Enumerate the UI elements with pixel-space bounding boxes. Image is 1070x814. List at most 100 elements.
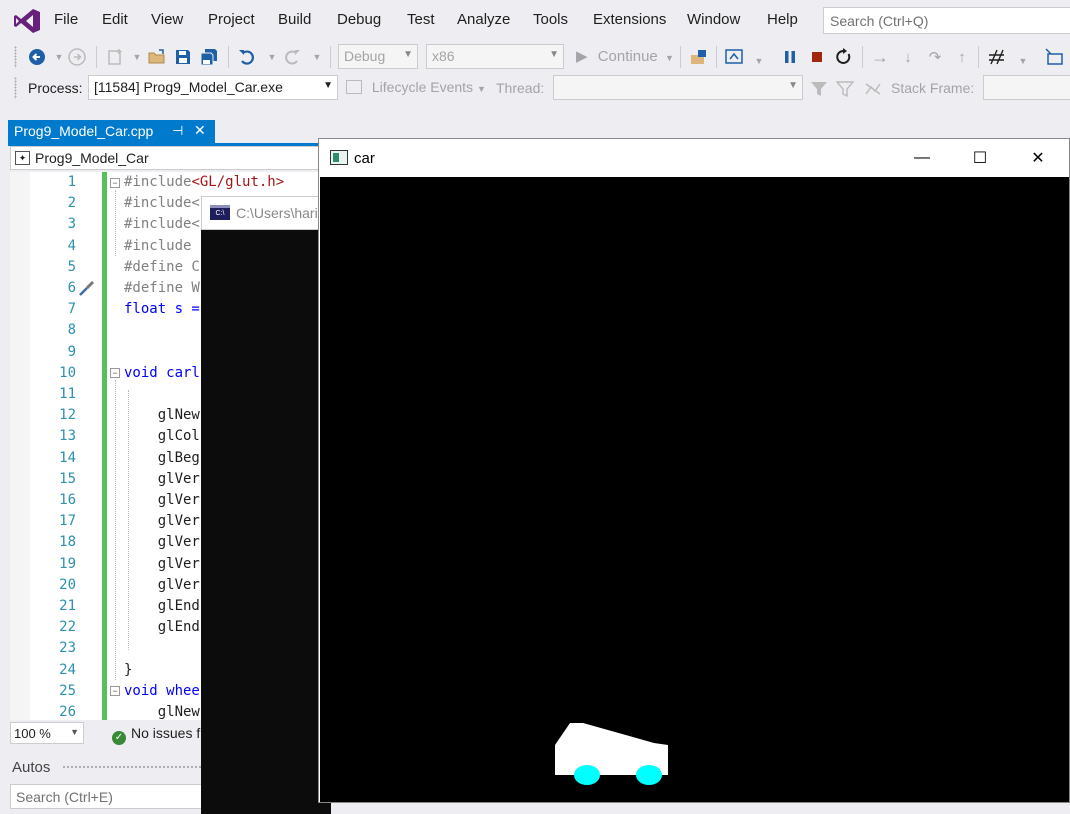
menu-tools[interactable]: Tools <box>533 11 568 28</box>
chevron-down-icon[interactable]: ▼ <box>128 48 146 66</box>
close-button[interactable]: ✕ <box>1009 139 1067 177</box>
menu-project[interactable]: Project <box>208 11 255 28</box>
chevron-down-icon: ▼ <box>549 49 559 60</box>
chevron-down-icon[interactable]: ▼ <box>263 48 281 66</box>
flag-threads-icon[interactable] <box>836 80 854 98</box>
chevron-down-icon[interactable]: ▼ <box>308 48 326 66</box>
code-line[interactable]: #include<GL/glut.h> <box>124 174 284 190</box>
menu-extensions[interactable]: Extensions <box>593 11 666 28</box>
opengl-canvas[interactable] <box>320 177 1069 802</box>
hex-display-icon[interactable] <box>988 48 1006 66</box>
save-all-icon[interactable] <box>200 48 218 66</box>
code-line[interactable]: glCol <box>124 428 200 444</box>
line-number: 24 <box>59 661 76 678</box>
new-project-icon[interactable] <box>106 48 124 66</box>
minimize-button[interactable]: — <box>893 139 951 177</box>
stack-frame-select[interactable] <box>983 75 1070 100</box>
fold-guide <box>115 190 116 256</box>
code-line[interactable]: #include <box>124 238 191 254</box>
solution-platform-select[interactable]: x86 ▼ <box>426 44 564 69</box>
car-window-title-bar[interactable]: car — ☐ ✕ <box>319 139 1069 177</box>
car-window[interactable]: car — ☐ ✕ <box>318 138 1070 803</box>
show-next-statement-icon[interactable]: → <box>871 47 889 67</box>
code-line[interactable]: glVer <box>124 577 200 593</box>
thread-select[interactable]: ▼ <box>553 75 803 100</box>
quick-action-screwdriver-icon[interactable] <box>78 279 96 300</box>
indicator-margin[interactable] <box>10 172 30 720</box>
menu-window[interactable]: Window <box>687 11 740 28</box>
menu-test[interactable]: Test <box>407 11 435 28</box>
step-into-icon[interactable]: ↓ <box>899 48 917 66</box>
navigation-scope-select[interactable]: ✦ Prog9_Model_Car <box>10 146 320 170</box>
code-line[interactable]: glVer <box>124 492 200 508</box>
code-line[interactable]: glVer <box>124 471 200 487</box>
code-line[interactable]: void whee <box>124 683 200 699</box>
toolbar-grip[interactable] <box>14 46 17 68</box>
quick-launch-search-input[interactable]: Search (Ctrl+Q) <box>823 7 1070 34</box>
menu-file[interactable]: File <box>54 11 78 28</box>
redo-icon[interactable] <box>283 48 301 66</box>
code-line[interactable]: glEnd <box>124 598 200 614</box>
collapse-toggle[interactable]: − <box>110 686 120 696</box>
document-tab[interactable]: Prog9_Model_Car.cpp ⊣ ✕ <box>8 120 215 144</box>
code-line[interactable]: glVer <box>124 513 200 529</box>
close-tab-icon[interactable]: ✕ <box>194 122 206 139</box>
breakpoints-window-icon[interactable] <box>1045 48 1063 66</box>
menu-debug[interactable]: Debug <box>337 11 381 28</box>
code-line[interactable]: void carl <box>124 365 200 381</box>
menu-help[interactable]: Help <box>767 11 798 28</box>
save-icon[interactable] <box>174 48 192 66</box>
open-file-icon[interactable] <box>148 48 166 66</box>
indent-guide <box>128 390 129 650</box>
undo-icon[interactable] <box>238 48 256 66</box>
collapse-toggle[interactable]: − <box>110 368 120 378</box>
pin-icon[interactable]: ⊣ <box>172 123 183 139</box>
issues-indicator[interactable]: ✓ No issues f <box>112 725 200 745</box>
zoom-level-select[interactable]: 100 % ▼ <box>10 722 84 744</box>
navigate-back-icon[interactable] <box>28 48 46 66</box>
collapse-toggle[interactable]: − <box>110 178 120 188</box>
autos-window-grip[interactable] <box>62 765 202 770</box>
code-line[interactable]: float s = <box>124 301 200 317</box>
toggle-frames-icon[interactable] <box>864 80 882 98</box>
find-in-files-icon[interactable] <box>690 48 708 66</box>
navigation-scope-value: Prog9_Model_Car <box>35 150 149 166</box>
code-line[interactable]: } <box>124 662 132 678</box>
chevron-down-icon[interactable]: ▼ <box>50 48 68 66</box>
console-title-bar[interactable]: C:\ C:\Users\hari <box>201 196 331 230</box>
process-select[interactable]: [11584] Prog9_Model_Car.exe ▼ <box>88 75 338 100</box>
solution-configuration-select[interactable]: Debug ▼ <box>338 44 418 69</box>
toolbar-grip[interactable] <box>14 77 17 99</box>
console-window[interactable]: C:\ C:\Users\hari <box>201 196 331 814</box>
code-line[interactable]: glVer <box>124 556 200 572</box>
toolbar-separator <box>862 46 863 68</box>
code-line[interactable]: glNew <box>124 704 200 720</box>
line-number: 2 <box>67 195 76 212</box>
code-line[interactable]: #include< <box>124 216 200 232</box>
navigate-forward-icon[interactable] <box>68 48 86 66</box>
filter-icon[interactable] <box>810 80 828 98</box>
maximize-button[interactable]: ☐ <box>951 139 1009 177</box>
chevron-down-icon[interactable]: ▼ <box>750 52 768 70</box>
pause-icon[interactable] <box>781 48 799 66</box>
lifecycle-events-button[interactable]: Lifecycle Events ▼ <box>346 79 486 95</box>
restart-icon[interactable] <box>835 48 853 66</box>
code-line[interactable]: #define C <box>124 259 200 275</box>
code-line[interactable]: glVer <box>124 534 200 550</box>
menu-view[interactable]: View <box>151 11 183 28</box>
code-line[interactable]: glNew <box>124 407 200 423</box>
stop-icon[interactable] <box>808 48 826 66</box>
menu-build[interactable]: Build <box>278 11 311 28</box>
autos-search-input[interactable]: Search (Ctrl+E) <box>10 784 210 809</box>
application-insights-icon[interactable] <box>725 48 743 66</box>
menu-edit[interactable]: Edit <box>102 11 128 28</box>
code-line[interactable]: glEnd <box>124 619 200 635</box>
step-out-icon[interactable]: ↑ <box>953 48 971 66</box>
code-line[interactable]: #include< <box>124 195 200 211</box>
code-line[interactable]: glBeg <box>124 450 200 466</box>
chevron-down-icon[interactable]: ▼ <box>1014 52 1032 70</box>
continue-button[interactable]: ▶ Continue ▼ <box>576 47 674 65</box>
menu-analyze[interactable]: Analyze <box>457 11 510 28</box>
code-line[interactable]: #define W <box>124 280 200 296</box>
step-over-icon[interactable]: ↷ <box>926 48 944 66</box>
